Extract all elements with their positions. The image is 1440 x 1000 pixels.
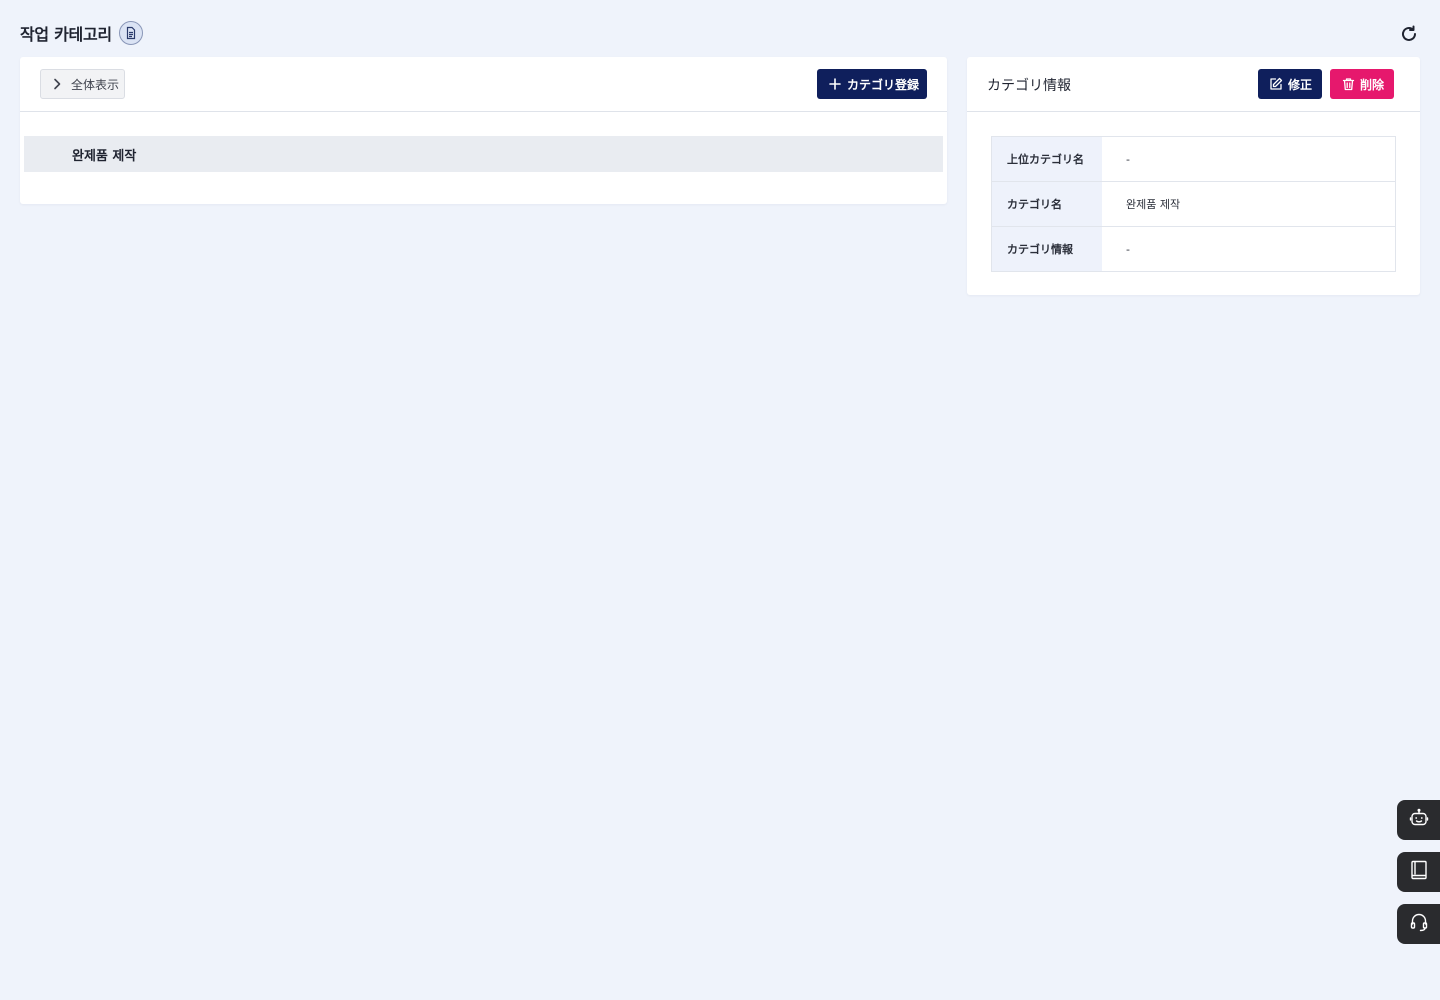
category-info-table: 上位カテゴリ名 - カテゴリ名 완제품 제작 カテゴリ情報 - (991, 136, 1396, 272)
page-header: 작업 카테고리 (20, 20, 143, 46)
tree-item[interactable]: 완제품 제작 (24, 136, 943, 172)
expand-all-button[interactable]: 全体表示 (40, 69, 125, 99)
edit-label: 修正 (1288, 77, 1313, 92)
info-row-name: カテゴリ名 완제품 제작 (992, 182, 1395, 227)
add-category-button[interactable]: カテゴリ登録 (817, 69, 927, 99)
category-tree: 완제품 제작 (20, 112, 947, 172)
trash-icon (1342, 77, 1355, 91)
page: 작업 카테고리 全体表示 カテゴリ登録 완제품 제작 カテゴリ情報 修正 削除 … (0, 0, 1440, 1000)
info-label: カテゴリ名 (992, 182, 1102, 226)
book-icon (1410, 860, 1428, 884)
tree-item-label: 완제품 제작 (72, 148, 137, 164)
chevron-right-icon (51, 78, 63, 90)
add-category-label: カテゴリ登録 (847, 77, 920, 92)
info-label: 上位カテゴリ名 (992, 137, 1102, 181)
detail-panel-header: カテゴリ情報 修正 削除 (967, 57, 1420, 112)
info-row-parent: 上位カテゴリ名 - (992, 137, 1395, 182)
edit-icon (1269, 77, 1283, 91)
category-detail-panel: カテゴリ情報 修正 削除 上位カテゴリ名 - カテゴリ名 완제품 제작 カテゴリ… (967, 57, 1420, 295)
delete-label: 削除 (1360, 77, 1385, 92)
manual-button[interactable] (1397, 852, 1440, 892)
info-value: 완제품 제작 (1102, 182, 1395, 226)
expand-all-label: 全体表示 (71, 77, 120, 92)
refresh-icon[interactable] (1398, 23, 1420, 45)
info-value: - (1102, 227, 1395, 271)
headset-icon (1409, 912, 1429, 936)
chatbot-icon (1409, 808, 1429, 832)
delete-button[interactable]: 削除 (1330, 69, 1394, 99)
document-icon[interactable] (118, 21, 143, 45)
support-button[interactable] (1397, 904, 1440, 944)
chatbot-button[interactable] (1397, 800, 1440, 840)
category-tree-panel: 全体表示 カテゴリ登録 완제품 제작 (20, 57, 947, 204)
page-title: 작업 카테고리 (20, 25, 112, 44)
info-label: カテゴリ情報 (992, 227, 1102, 271)
info-row-description: カテゴリ情報 - (992, 227, 1395, 271)
plus-icon (829, 78, 841, 90)
info-value: - (1102, 137, 1395, 181)
tree-panel-header: 全体表示 カテゴリ登録 (20, 57, 947, 112)
edit-button[interactable]: 修正 (1258, 69, 1322, 99)
detail-panel-title: カテゴリ情報 (987, 78, 1071, 94)
